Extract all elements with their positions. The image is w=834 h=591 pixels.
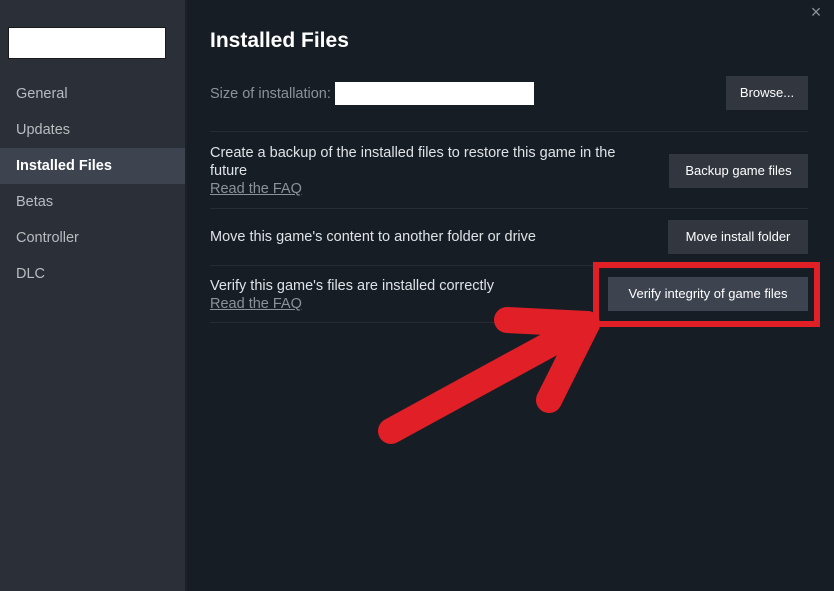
verify-description: Verify this game's files are installed c… [210, 278, 495, 294]
game-title-redacted [8, 27, 166, 59]
backup-row: Create a backup of the installed files t… [210, 131, 808, 208]
close-icon[interactable]: × [808, 3, 824, 21]
main-panel: × Installed Files Size of installation: … [187, 0, 834, 591]
arrow-shaft [378, 311, 600, 444]
sidebar-item-updates[interactable]: Updates [0, 112, 185, 148]
verify-row: Verify this game's files are installed c… [210, 265, 808, 323]
backup-description: Create a backup of the installed files t… [210, 145, 616, 179]
sidebar-item-general[interactable]: General [0, 76, 185, 112]
backup-game-files-button[interactable]: Backup game files [669, 154, 808, 188]
move-description: Move this game's content to another fold… [210, 229, 536, 245]
page-title: Installed Files [210, 29, 349, 52]
sidebar: General Updates Installed Files Betas Co… [0, 0, 187, 591]
size-label: Size of installation: [210, 85, 331, 102]
verify-integrity-button[interactable]: Verify integrity of game files [608, 277, 808, 311]
game-properties-window: General Updates Installed Files Betas Co… [0, 0, 834, 591]
move-row: Move this game's content to another fold… [210, 208, 808, 265]
sidebar-item-installed-files[interactable]: Installed Files [0, 148, 185, 184]
browse-button[interactable]: Browse... [726, 76, 808, 110]
sidebar-item-dlc[interactable]: DLC [0, 256, 185, 292]
sidebar-item-betas[interactable]: Betas [0, 184, 185, 220]
sidebar-item-controller[interactable]: Controller [0, 220, 185, 256]
sidebar-nav: General Updates Installed Files Betas Co… [0, 76, 185, 292]
backup-faq-link[interactable]: Read the FAQ [210, 180, 302, 198]
size-value-redacted [334, 82, 534, 105]
size-of-installation: Size of installation: [210, 82, 534, 105]
move-install-folder-button[interactable]: Move install folder [668, 220, 808, 254]
arrow-head-bottom [536, 311, 600, 413]
verify-faq-link[interactable]: Read the FAQ [210, 295, 302, 313]
